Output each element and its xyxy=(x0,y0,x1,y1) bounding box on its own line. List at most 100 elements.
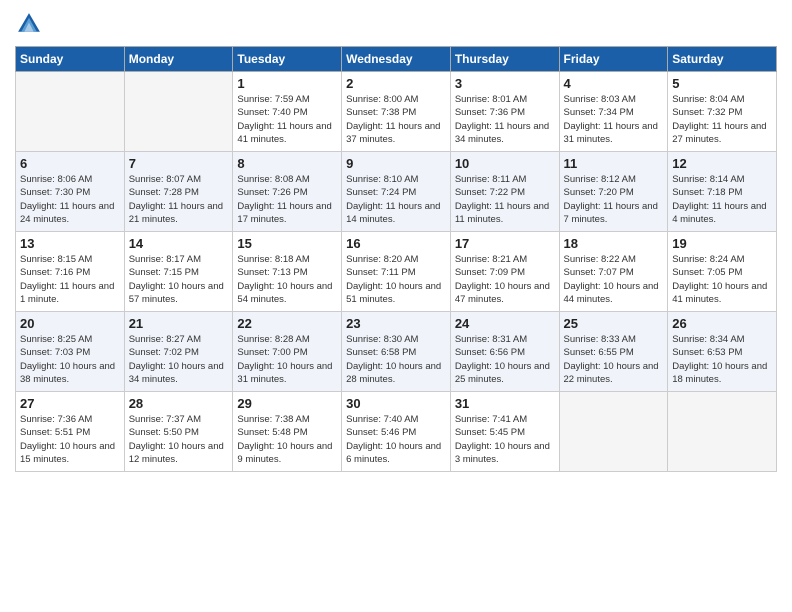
weekday-thursday: Thursday xyxy=(450,47,559,72)
calendar-cell: 9 Sunrise: 8:10 AMSunset: 7:24 PMDaylight… xyxy=(342,152,451,232)
calendar-cell: 29 Sunrise: 7:38 AMSunset: 5:48 PMDayligh… xyxy=(233,392,342,472)
day-number: 25 xyxy=(564,316,664,331)
calendar-cell: 14 Sunrise: 8:17 AMSunset: 7:15 PMDayligh… xyxy=(124,232,233,312)
day-number: 4 xyxy=(564,76,664,91)
weekday-header-row: SundayMondayTuesdayWednesdayThursdayFrid… xyxy=(16,47,777,72)
day-info: Sunrise: 8:03 AMSunset: 7:34 PMDaylight:… xyxy=(564,93,664,146)
day-info: Sunrise: 8:24 AMSunset: 7:05 PMDaylight:… xyxy=(672,253,772,306)
calendar-cell: 23 Sunrise: 8:30 AMSunset: 6:58 PMDayligh… xyxy=(342,312,451,392)
day-number: 24 xyxy=(455,316,555,331)
day-info: Sunrise: 8:06 AMSunset: 7:30 PMDaylight:… xyxy=(20,173,120,226)
calendar-cell: 16 Sunrise: 8:20 AMSunset: 7:11 PMDayligh… xyxy=(342,232,451,312)
calendar-cell: 21 Sunrise: 8:27 AMSunset: 7:02 PMDayligh… xyxy=(124,312,233,392)
day-number: 10 xyxy=(455,156,555,171)
logo-icon xyxy=(15,10,43,38)
day-number: 11 xyxy=(564,156,664,171)
calendar-cell: 15 Sunrise: 8:18 AMSunset: 7:13 PMDayligh… xyxy=(233,232,342,312)
calendar-table: SundayMondayTuesdayWednesdayThursdayFrid… xyxy=(15,46,777,472)
day-info: Sunrise: 7:38 AMSunset: 5:48 PMDaylight:… xyxy=(237,413,337,466)
weekday-sunday: Sunday xyxy=(16,47,125,72)
calendar-cell: 20Sunrise: 8:25 AMSunset: 7:03 PMDayligh… xyxy=(16,312,125,392)
day-info: Sunrise: 8:30 AMSunset: 6:58 PMDaylight:… xyxy=(346,333,446,386)
day-info: Sunrise: 7:36 AMSunset: 5:51 PMDaylight:… xyxy=(20,413,120,466)
day-info: Sunrise: 8:01 AMSunset: 7:36 PMDaylight:… xyxy=(455,93,555,146)
day-number: 16 xyxy=(346,236,446,251)
weekday-tuesday: Tuesday xyxy=(233,47,342,72)
calendar-cell: 1 Sunrise: 7:59 AMSunset: 7:40 PMDaylight… xyxy=(233,72,342,152)
day-info: Sunrise: 8:25 AMSunset: 7:03 PMDaylight:… xyxy=(20,333,120,386)
day-number: 14 xyxy=(129,236,229,251)
day-info: Sunrise: 8:27 AMSunset: 7:02 PMDaylight:… xyxy=(129,333,229,386)
day-info: Sunrise: 8:00 AMSunset: 7:38 PMDaylight:… xyxy=(346,93,446,146)
day-info: Sunrise: 8:18 AMSunset: 7:13 PMDaylight:… xyxy=(237,253,337,306)
day-number: 22 xyxy=(237,316,337,331)
day-number: 9 xyxy=(346,156,446,171)
calendar-cell: 24Sunrise: 8:31 AMSunset: 6:56 PMDayligh… xyxy=(450,312,559,392)
day-number: 26 xyxy=(672,316,772,331)
calendar-cell: 18 Sunrise: 8:22 AMSunset: 7:07 PMDayligh… xyxy=(559,232,668,312)
day-number: 5 xyxy=(672,76,772,91)
calendar-cell: 6 Sunrise: 8:06 AMSunset: 7:30 PMDaylight… xyxy=(16,152,125,232)
week-row-2: 6 Sunrise: 8:06 AMSunset: 7:30 PMDaylight… xyxy=(16,152,777,232)
calendar-cell xyxy=(559,392,668,472)
day-number: 15 xyxy=(237,236,337,251)
calendar-cell: 3 Sunrise: 8:01 AMSunset: 7:36 PMDaylight… xyxy=(450,72,559,152)
day-info: Sunrise: 8:22 AMSunset: 7:07 PMDaylight:… xyxy=(564,253,664,306)
day-number: 23 xyxy=(346,316,446,331)
day-number: 18 xyxy=(564,236,664,251)
weekday-friday: Friday xyxy=(559,47,668,72)
calendar-cell: 25Sunrise: 8:33 AMSunset: 6:55 PMDayligh… xyxy=(559,312,668,392)
calendar-cell xyxy=(668,392,777,472)
day-number: 29 xyxy=(237,396,337,411)
day-info: Sunrise: 8:17 AMSunset: 7:15 PMDaylight:… xyxy=(129,253,229,306)
calendar-cell xyxy=(124,72,233,152)
calendar-cell: 30 Sunrise: 7:40 AMSunset: 5:46 PMDayligh… xyxy=(342,392,451,472)
day-info: Sunrise: 7:41 AMSunset: 5:45 PMDaylight:… xyxy=(455,413,555,466)
page: SundayMondayTuesdayWednesdayThursdayFrid… xyxy=(0,0,792,612)
calendar-cell: 2 Sunrise: 8:00 AMSunset: 7:38 PMDaylight… xyxy=(342,72,451,152)
day-number: 12 xyxy=(672,156,772,171)
day-info: Sunrise: 8:20 AMSunset: 7:11 PMDaylight:… xyxy=(346,253,446,306)
week-row-4: 20Sunrise: 8:25 AMSunset: 7:03 PMDayligh… xyxy=(16,312,777,392)
day-info: Sunrise: 7:37 AMSunset: 5:50 PMDaylight:… xyxy=(129,413,229,466)
week-row-5: 27 Sunrise: 7:36 AMSunset: 5:51 PMDayligh… xyxy=(16,392,777,472)
calendar-cell: 13Sunrise: 8:15 AMSunset: 7:16 PMDayligh… xyxy=(16,232,125,312)
calendar-cell: 28 Sunrise: 7:37 AMSunset: 5:50 PMDayligh… xyxy=(124,392,233,472)
day-info: Sunrise: 8:12 AMSunset: 7:20 PMDaylight:… xyxy=(564,173,664,226)
weekday-saturday: Saturday xyxy=(668,47,777,72)
calendar-cell: 27 Sunrise: 7:36 AMSunset: 5:51 PMDayligh… xyxy=(16,392,125,472)
day-number: 7 xyxy=(129,156,229,171)
day-info: Sunrise: 8:08 AMSunset: 7:26 PMDaylight:… xyxy=(237,173,337,226)
day-info: Sunrise: 8:10 AMSunset: 7:24 PMDaylight:… xyxy=(346,173,446,226)
day-info: Sunrise: 8:11 AMSunset: 7:22 PMDaylight:… xyxy=(455,173,555,226)
week-row-3: 13Sunrise: 8:15 AMSunset: 7:16 PMDayligh… xyxy=(16,232,777,312)
day-number: 6 xyxy=(20,156,120,171)
day-number: 21 xyxy=(129,316,229,331)
day-number: 31 xyxy=(455,396,555,411)
day-number: 3 xyxy=(455,76,555,91)
day-number: 1 xyxy=(237,76,337,91)
calendar-cell: 31 Sunrise: 7:41 AMSunset: 5:45 PMDayligh… xyxy=(450,392,559,472)
calendar-cell: 19 Sunrise: 8:24 AMSunset: 7:05 PMDayligh… xyxy=(668,232,777,312)
day-number: 28 xyxy=(129,396,229,411)
weekday-wednesday: Wednesday xyxy=(342,47,451,72)
calendar-cell: 11 Sunrise: 8:12 AMSunset: 7:20 PMDayligh… xyxy=(559,152,668,232)
calendar-cell: 5 Sunrise: 8:04 AMSunset: 7:32 PMDaylight… xyxy=(668,72,777,152)
day-info: Sunrise: 7:40 AMSunset: 5:46 PMDaylight:… xyxy=(346,413,446,466)
day-info: Sunrise: 7:59 AMSunset: 7:40 PMDaylight:… xyxy=(237,93,337,146)
calendar-cell xyxy=(16,72,125,152)
day-info: Sunrise: 8:04 AMSunset: 7:32 PMDaylight:… xyxy=(672,93,772,146)
calendar-cell: 26Sunrise: 8:34 AMSunset: 6:53 PMDayligh… xyxy=(668,312,777,392)
day-number: 19 xyxy=(672,236,772,251)
day-number: 13 xyxy=(20,236,120,251)
day-number: 30 xyxy=(346,396,446,411)
day-number: 2 xyxy=(346,76,446,91)
calendar-cell: 22Sunrise: 8:28 AMSunset: 7:00 PMDayligh… xyxy=(233,312,342,392)
day-number: 27 xyxy=(20,396,120,411)
day-info: Sunrise: 8:21 AMSunset: 7:09 PMDaylight:… xyxy=(455,253,555,306)
weekday-monday: Monday xyxy=(124,47,233,72)
day-number: 17 xyxy=(455,236,555,251)
day-info: Sunrise: 8:14 AMSunset: 7:18 PMDaylight:… xyxy=(672,173,772,226)
calendar-cell: 7Sunrise: 8:07 AMSunset: 7:28 PMDaylight… xyxy=(124,152,233,232)
calendar-cell: 4 Sunrise: 8:03 AMSunset: 7:34 PMDaylight… xyxy=(559,72,668,152)
